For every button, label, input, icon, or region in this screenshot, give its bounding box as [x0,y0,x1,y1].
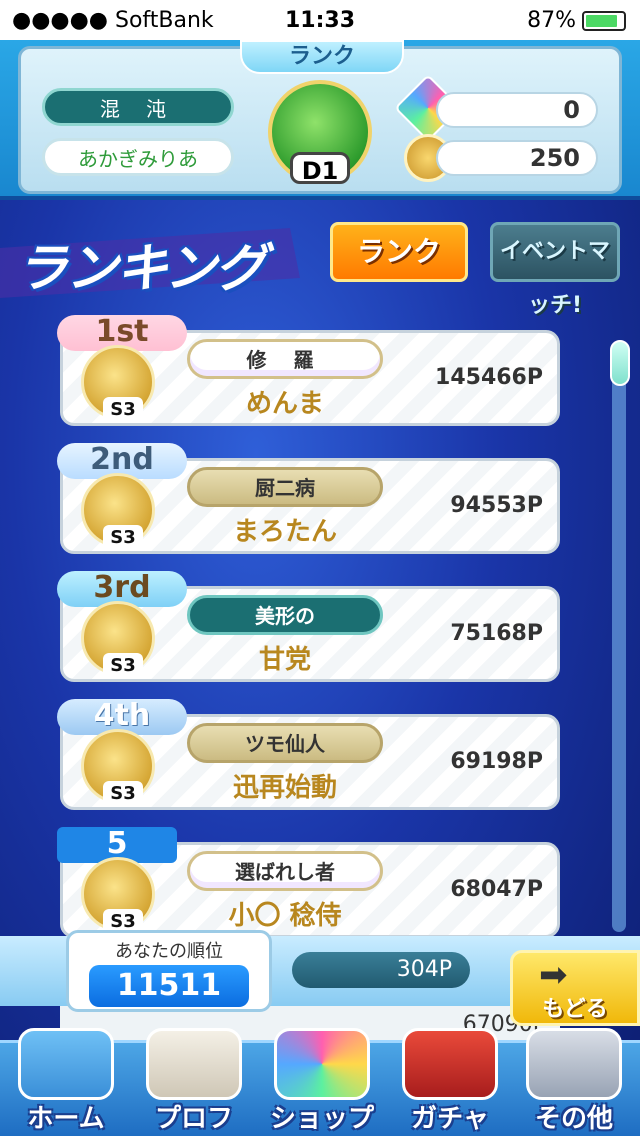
player-name: めんま [245,389,324,419]
battery-indicator: 87% [527,8,626,33]
scrollbar-track[interactable] [612,342,626,932]
arrow-right-icon: ➡ [539,955,568,995]
scrollbar-thumb[interactable] [610,340,630,386]
gem-shop-icon [274,1028,370,1100]
rank-medal-label: S3 [103,525,143,551]
player-points: 75168P [450,621,543,646]
rank-medal-icon: S3 [69,345,167,427]
nav-other[interactable]: その他 [512,1028,636,1136]
ranking-row[interactable]: 4th S3 ツモ仙人 迅再始動 69198P [57,699,560,811]
status-bar: ●●●●● SoftBank 11:33 87% [0,0,640,40]
page-title: ランク [240,40,404,74]
nav-gacha[interactable]: ガチャ [388,1028,512,1136]
player-title-badge: 厨二病 [187,467,383,507]
nav-profile-label: プロフ [154,1104,233,1134]
your-rank-card: あなたの順位 11511 [66,930,272,1012]
rank-medal-icon: S3 [69,857,167,939]
player-name: 迅再始動 [232,773,337,803]
ranking-title: ランキング [16,239,266,299]
coin-count: 250 [436,140,598,176]
tab-event-match[interactable]: イベントマッチ! [490,222,620,318]
nav-gacha-label: ガチャ [411,1104,489,1134]
ranking-row[interactable]: 5 S3 選ばれし者 小〇 稔侍 68047P [57,827,560,939]
player-title-badge: 修 羅 [187,339,383,379]
tab-rank[interactable]: ランク [330,222,468,282]
nav-home-label: ホーム [27,1104,105,1134]
player-title-badge: 美形の [187,595,383,635]
rank-medal-icon: S3 [69,473,167,555]
nav-home[interactable]: ホーム [4,1028,128,1136]
nav-shop[interactable]: ショップ [260,1028,384,1136]
hamster-gear-icon [526,1028,622,1100]
nav-other-label: その他 [534,1104,613,1134]
your-rank-value: 11511 [89,965,249,1007]
player-points: 94553P [450,493,543,518]
your-points: 304P [292,952,470,988]
battery-percent: 87% [527,8,576,33]
ranking-row[interactable]: 2nd S3 厨二病 まろたん 94553P [57,443,560,555]
player-name: まろたん [232,517,337,547]
treasure-chest-icon [402,1028,498,1100]
ranking-row[interactable]: 3rd S3 美形の 甘党 75168P [57,571,560,683]
player-name: 小〇 稔侍 [228,901,342,931]
profile-card-icon [146,1028,242,1100]
battery-icon [582,10,626,31]
player-points: 145466P [435,365,543,390]
nav-shop-label: ショップ [269,1104,374,1134]
player-points: 69198P [450,749,543,774]
player-title-badge: 選ばれし者 [187,851,383,891]
rank-medal-label: S3 [103,653,143,679]
rank-medal-icon: S3 [69,729,167,811]
rank-medal-icon: S3 [69,601,167,683]
your-rank-label: あなたの順位 [115,941,223,962]
player-name: あかぎみりあ [42,138,234,176]
hamster-home-icon [18,1028,114,1100]
ranking-row[interactable]: 1st S3 修 羅 めんま 145466P [57,315,560,427]
player-name: 甘党 [258,645,311,675]
gem-count: 0 [436,92,598,128]
rank-medal-label: S3 [103,781,143,807]
player-points: 68047P [450,877,543,902]
back-button[interactable]: ➡ もどる [510,950,640,1026]
nav-profile[interactable]: プロフ [132,1028,256,1136]
player-title-badge: ツモ仙人 [187,723,383,763]
rank-medal-label: D1 [290,152,350,185]
ranking-banner: ランキング [0,208,300,308]
player-title-badge: 混 沌 [42,88,234,126]
back-button-label: もどる [542,997,608,1022]
rank-medal-label: S3 [103,397,143,423]
